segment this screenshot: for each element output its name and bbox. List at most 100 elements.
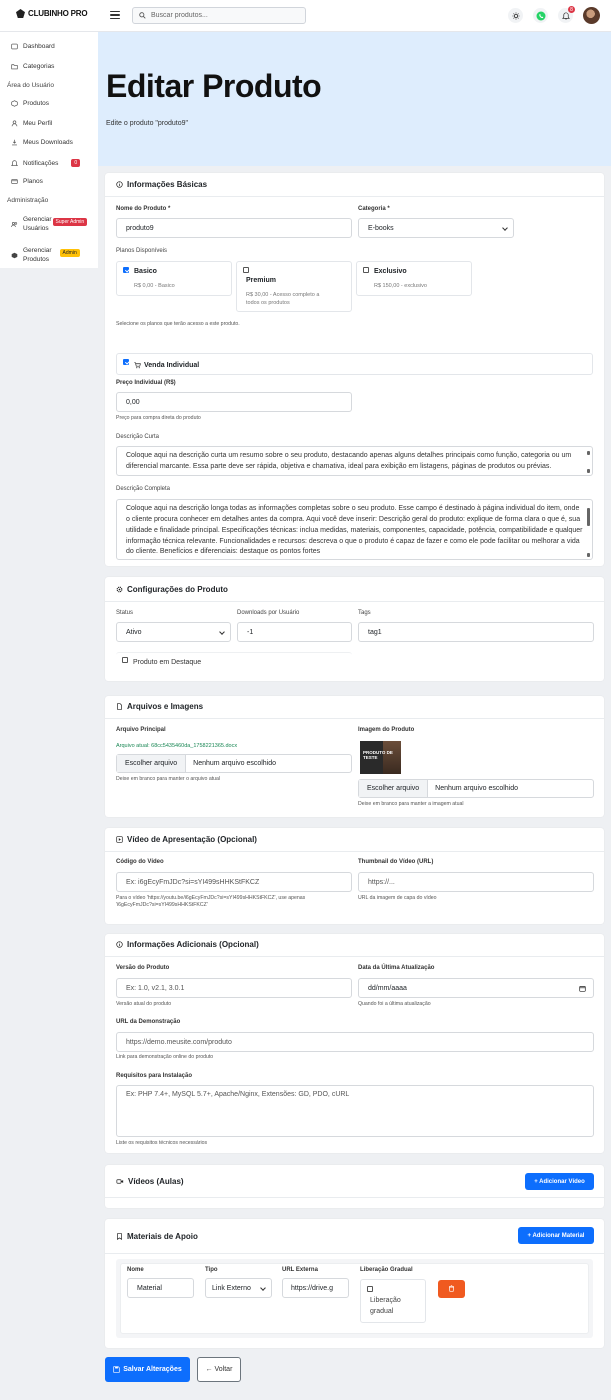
sidebar-item-notificacoes[interactable]: Notificações 0 — [11, 159, 81, 167]
gear-icon — [116, 586, 123, 593]
demo-url-input[interactable]: https://demo.meusite.com/produto — [116, 1032, 594, 1052]
search-box — [132, 7, 306, 24]
tags-input[interactable]: tag1 — [358, 622, 594, 642]
save-changes-button[interactable]: Salvar Alterações — [105, 1357, 190, 1382]
video-thumb-input[interactable]: https://... — [358, 872, 594, 892]
add-video-button[interactable]: + Adicionar Vídeo — [525, 1173, 594, 1190]
sidebar-item-label: Meus Downloads — [23, 139, 73, 146]
sidebar-item-produtos[interactable]: Produtos — [11, 100, 49, 107]
sidebar-item-label: Dashboard — [23, 43, 55, 50]
individual-sale-checkbox[interactable] — [123, 359, 129, 365]
name-label: Nome do Produto * — [116, 206, 171, 212]
gradual-release-checkbox[interactable] — [367, 1286, 373, 1292]
image-hint: Deixe em branco para manter a imagem atu… — [358, 801, 464, 807]
long-desc-scrollbar[interactable] — [587, 502, 590, 557]
plan-option-basico[interactable]: Basico R$ 0,00 - Basico — [116, 261, 232, 296]
version-label: Versão do Produto — [116, 965, 170, 971]
downloads-input[interactable]: -1 — [237, 622, 352, 642]
price-hint: Preço para compra direta do produto — [116, 415, 201, 421]
requirements-label: Requisitos para Instalação — [116, 1073, 193, 1079]
material-col-name: Nome — [127, 1267, 144, 1273]
page-title: Editar Produto — [106, 68, 322, 104]
user-avatar[interactable] — [583, 7, 600, 24]
demo-hint: Link para demonstração online do produto — [116, 1054, 214, 1060]
version-hint: Versão atual do produto — [116, 1001, 172, 1007]
search-input[interactable] — [151, 12, 291, 19]
add-material-button[interactable]: + Adicionar Material — [518, 1227, 594, 1244]
plan-premium-checkbox[interactable] — [243, 267, 249, 273]
sidebar-item-categorias[interactable]: Categorias — [11, 63, 54, 70]
plan-exclusivo-checkbox[interactable] — [363, 267, 369, 273]
sidebar-item-dashboard[interactable]: Dashboard — [11, 43, 55, 50]
material-row: Nome Material Tipo Link Externo URL Exte… — [116, 1259, 593, 1338]
material-type-select[interactable]: Link Externo — [205, 1278, 272, 1298]
featured-checkbox[interactable] — [122, 657, 128, 663]
sidebar-item-planos[interactable]: Planos — [11, 178, 43, 185]
basic-info-card: Informações Básicas Nome do Produto * pr… — [105, 173, 604, 566]
material-url-input[interactable]: https://drive.g — [282, 1278, 349, 1298]
sidebar-item-label: Gerenciar Usuários — [23, 216, 52, 232]
plan-desc: R$ 0,00 - Basico — [134, 283, 175, 289]
status-label: Status — [116, 610, 134, 616]
whatsapp-icon — [536, 11, 545, 20]
card-title: Materiais de Apoio — [116, 1232, 198, 1241]
current-file-text: Arquivo atual: 68cc5435460da_1758221365.… — [116, 743, 238, 749]
material-name-input[interactable]: Material — [127, 1278, 194, 1298]
super-admin-badge: Super Admin — [52, 217, 88, 226]
choose-image-button[interactable]: Escolher arquivo — [359, 780, 429, 797]
image-name-text: Nenhum arquivo escolhido — [435, 785, 519, 792]
plan-basico-checkbox[interactable] — [123, 267, 129, 273]
material-col-url: URL Externa — [282, 1267, 318, 1273]
back-button[interactable]: ← Voltar — [197, 1357, 241, 1382]
requirements-textarea[interactable]: Ex: PHP 7.4+, MySQL 5.7+, Apache/Nginx, … — [116, 1085, 594, 1137]
main-file-input[interactable]: Escolher arquivo Nenhum arquivo escolhid… — [116, 754, 352, 773]
video-card: Vídeo de Apresentação (Opcional) Código … — [105, 828, 604, 924]
plan-option-exclusivo[interactable]: Exclusivo R$ 150,00 - exclusivo — [356, 261, 472, 296]
individual-sale-box[interactable]: Venda Individual — [116, 353, 593, 375]
video-code-input[interactable]: Ex: i6gEcyFmJDc?si=sYI499sHHKStFKCZ — [116, 872, 352, 892]
brand-logo[interactable]: CLUBINHO PRO — [16, 9, 88, 18]
status-select[interactable]: Ativo — [116, 622, 231, 642]
long-description-textarea[interactable]: Coloque aqui na descrição longa todas as… — [116, 499, 593, 560]
price-input[interactable]: 0,00 — [116, 392, 352, 412]
theme-toggle-button[interactable] — [508, 8, 523, 23]
sidebar-item-gerenciar-usuarios[interactable]: Gerenciar Usuários Super Admin — [11, 216, 88, 234]
choose-file-button[interactable]: Escolher arquivo — [117, 755, 187, 772]
config-card: Configurações do Produto Status Ativo Do… — [105, 577, 604, 681]
requirements-hint: Liste os requisitos técnicos necessários — [116, 1140, 208, 1146]
brand-name: CLUBINHO PRO — [28, 9, 88, 18]
short-desc-label: Descrição Curta — [116, 434, 160, 440]
date-input[interactable]: dd/mm/aaaa — [358, 978, 594, 998]
short-description-textarea[interactable]: Coloque aqui na descrição curta um resum… — [116, 446, 593, 476]
plan-desc: R$ 150,00 - exclusivo — [374, 283, 427, 289]
card-icon — [11, 179, 18, 184]
box-icon — [11, 100, 18, 107]
whatsapp-button[interactable] — [533, 8, 548, 23]
category-select[interactable]: E-books — [358, 218, 514, 238]
menu-toggle-icon[interactable] — [110, 11, 120, 19]
trash-icon — [449, 1285, 454, 1292]
sidebar-section-admin: Administração — [7, 197, 49, 204]
plan-option-premium[interactable]: Premium R$ 30,00 - Acesso completo a todo… — [236, 261, 352, 312]
date-label: Data da Última Atualização — [358, 965, 435, 971]
file-name-text: Nenhum arquivo escolhido — [193, 760, 277, 767]
main-file-label: Arquivo Principal — [116, 727, 166, 733]
product-name-input[interactable]: produto9 — [116, 218, 352, 238]
sidebar-item-perfil[interactable]: Meu Perfil — [11, 120, 52, 127]
individual-sale-label: Venda Individual — [144, 362, 200, 369]
card-title: Informações Básicas — [116, 180, 207, 189]
delete-material-button[interactable] — [438, 1280, 465, 1298]
sidebar-item-downloads[interactable]: Meus Downloads — [11, 139, 73, 146]
sidebar-item-label: Categorias — [23, 63, 55, 70]
notifications-button[interactable]: 8 — [558, 6, 575, 23]
card-title: Arquivos e Imagens — [116, 702, 203, 711]
users-icon — [11, 222, 18, 228]
short-desc-scrollbar[interactable] — [587, 449, 590, 473]
featured-option[interactable]: Produto em Destaque — [116, 652, 352, 672]
calendar-icon[interactable] — [579, 985, 586, 992]
featured-label: Produto em Destaque — [133, 659, 202, 666]
image-file-input[interactable]: Escolher arquivo Nenhum arquivo escolhid… — [358, 779, 594, 798]
version-input[interactable]: Ex: 1.0, v2.1, 3.0.1 — [116, 978, 352, 998]
sidebar-item-gerenciar-produtos[interactable]: Gerenciar Produtos Admin — [11, 247, 80, 265]
gradual-release-option[interactable]: Liberação gradual — [360, 1279, 426, 1323]
